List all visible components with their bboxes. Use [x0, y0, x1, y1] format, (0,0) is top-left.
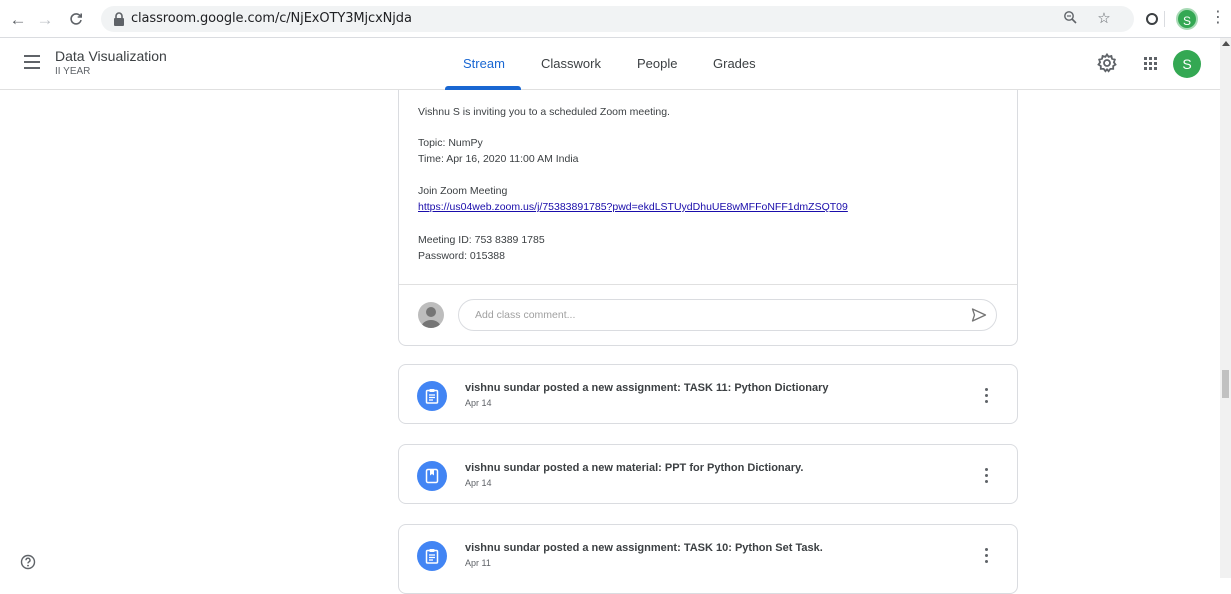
- toolbar-divider: [1164, 11, 1165, 27]
- more-options-icon[interactable]: [983, 546, 991, 564]
- person-icon: [421, 307, 441, 328]
- assignment-icon: [417, 381, 447, 411]
- scroll-up-arrow-icon[interactable]: [1222, 41, 1230, 46]
- main-menu-icon[interactable]: [24, 55, 40, 69]
- page-scrollbar[interactable]: [1220, 38, 1231, 578]
- announcement-text: Password: 015388: [418, 250, 505, 262]
- stream-post[interactable]: vishnu sundar posted a new assignment: T…: [398, 524, 1018, 594]
- address-bar[interactable]: classroom.google.com/c/NjExOTY3MjcxNjda …: [101, 6, 1134, 32]
- stream-post[interactable]: vishnu sundar posted a new material: PPT…: [398, 444, 1018, 504]
- back-arrow-icon[interactable]: ←: [8, 9, 28, 29]
- stream-post[interactable]: vishnu sundar posted a new assignment: T…: [398, 364, 1018, 424]
- tab-grades[interactable]: Grades: [713, 56, 756, 71]
- assignment-icon: [417, 541, 447, 571]
- classroom-header: Data Visualization II YEAR Stream Classw…: [0, 38, 1220, 90]
- send-icon[interactable]: [971, 307, 987, 323]
- bookmark-star-icon[interactable]: ☆: [1095, 10, 1113, 28]
- tab-stream[interactable]: Stream: [463, 56, 505, 71]
- commenter-avatar: [418, 302, 444, 328]
- post-date: Apr 11: [465, 558, 491, 568]
- browser-menu-icon[interactable]: ⋮: [1210, 10, 1226, 28]
- class-section: II YEAR: [55, 66, 91, 77]
- tab-classwork[interactable]: Classwork: [541, 56, 601, 71]
- post-date: Apr 14: [465, 478, 492, 488]
- comment-divider: [399, 284, 1017, 285]
- class-title[interactable]: Data Visualization: [55, 48, 167, 64]
- browser-profile-avatar[interactable]: S: [1176, 8, 1198, 30]
- zoom-meeting-link[interactable]: https://us04web.zoom.us/j/75383891785?pw…: [418, 201, 848, 213]
- url-text: classroom.google.com/c/NjExOTY3MjcxNjda: [131, 11, 412, 26]
- announcement-text: Topic: NumPy: [418, 137, 483, 149]
- scrollbar-thumb[interactable]: [1222, 370, 1229, 398]
- announcement-text: Vishnu S is inviting you to a scheduled …: [418, 106, 670, 118]
- apps-grid-icon[interactable]: [1139, 52, 1161, 74]
- settings-gear-icon[interactable]: [1096, 52, 1118, 74]
- material-icon: [417, 461, 447, 491]
- more-options-icon[interactable]: [983, 466, 991, 484]
- announcement-card: Vishnu S is inviting you to a scheduled …: [398, 90, 1018, 346]
- post-date: Apr 14: [465, 398, 492, 408]
- browser-toolbar: ← → classroom.google.com/c/NjExOTY3MjcxN…: [0, 0, 1231, 38]
- help-icon[interactable]: [20, 554, 36, 570]
- announcement-text: Time: Apr 16, 2020 11:00 AM India: [418, 153, 579, 165]
- extension-icon[interactable]: [1143, 10, 1161, 28]
- post-title[interactable]: vishnu sundar posted a new assignment: T…: [465, 382, 828, 394]
- tab-people[interactable]: People: [637, 56, 677, 71]
- user-avatar[interactable]: S: [1173, 50, 1201, 78]
- announcement-text: Meeting ID: 753 8389 1785: [418, 234, 545, 246]
- post-title[interactable]: vishnu sundar posted a new assignment: T…: [465, 542, 823, 554]
- lock-icon: [114, 12, 124, 26]
- class-comment-input[interactable]: [458, 299, 997, 331]
- zoom-icon[interactable]: [1061, 10, 1079, 28]
- announcement-text: Join Zoom Meeting: [418, 185, 508, 197]
- reload-icon[interactable]: [66, 9, 86, 29]
- post-title[interactable]: vishnu sundar posted a new material: PPT…: [465, 462, 803, 474]
- more-options-icon[interactable]: [983, 386, 991, 404]
- forward-arrow-icon[interactable]: →: [35, 9, 55, 29]
